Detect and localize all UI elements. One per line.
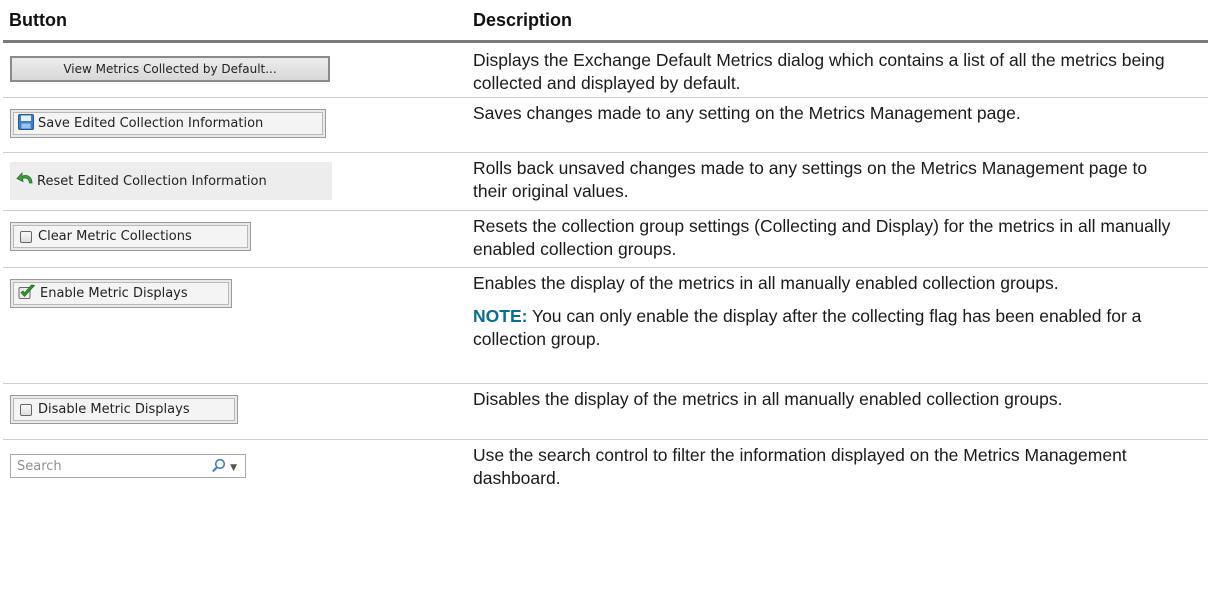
header-description: Description xyxy=(473,10,573,30)
row-description: Resets the collection group settings (Co… xyxy=(473,216,1171,259)
button-label: View Metrics Collected by Default... xyxy=(63,62,277,76)
header-button: Button xyxy=(9,10,67,30)
button-label: Enable Metric Displays xyxy=(40,286,188,301)
note-paragraph: NOTE: You can only enable the display af… xyxy=(473,305,1183,351)
header-rule xyxy=(3,40,1208,43)
row-description: Rolls back unsaved changes made to any s… xyxy=(473,158,1148,201)
clear-metric-collections-button[interactable]: Clear Metric Collections xyxy=(10,222,251,251)
button-label: Save Edited Collection Information xyxy=(38,116,264,131)
button-label: Clear Metric Collections xyxy=(38,229,192,244)
row-description: Displays the Exchange Default Metrics di… xyxy=(473,50,1165,93)
reset-edited-collection-button[interactable]: Reset Edited Collection Information xyxy=(10,162,332,200)
table-row: Search ▼ Use the search control to filte… xyxy=(0,440,1211,500)
save-disk-icon xyxy=(18,113,34,134)
search-placeholder: Search xyxy=(17,458,62,474)
row-description: Saves changes made to any setting on the… xyxy=(473,103,1021,123)
row-description: Use the search control to filter the inf… xyxy=(473,445,1127,488)
green-check-icon xyxy=(18,284,36,304)
view-metrics-default-button[interactable]: View Metrics Collected by Default... xyxy=(10,56,330,82)
button-label: Reset Edited Collection Information xyxy=(37,173,267,189)
row-description: Enables the display of the metrics in al… xyxy=(473,272,1183,351)
search-input[interactable]: Search ▼ xyxy=(10,454,246,478)
table-row: Reset Edited Collection Information Roll… xyxy=(0,153,1211,209)
search-controls[interactable]: ▼ xyxy=(211,458,237,477)
save-edited-collection-button[interactable]: Save Edited Collection Information xyxy=(10,109,326,138)
table-header: Button Description xyxy=(0,0,1211,40)
note-text: You can only enable the display after th… xyxy=(473,306,1142,349)
checkbox-icon xyxy=(20,230,32,243)
table-row: Save Edited Collection Information Saves… xyxy=(0,98,1211,151)
button-label: Disable Metric Displays xyxy=(38,402,190,417)
row-description: Disables the display of the metrics in a… xyxy=(473,389,1063,409)
table-row: View Metrics Collected by Default... Dis… xyxy=(0,46,1211,96)
disable-metric-displays-button[interactable]: Disable Metric Displays xyxy=(10,395,238,424)
table-row: Clear Metric Collections Resets the coll… xyxy=(0,211,1211,266)
chevron-down-icon[interactable]: ▼ xyxy=(230,463,237,473)
enable-metric-displays-button[interactable]: Enable Metric Displays xyxy=(10,279,232,308)
reset-arrow-icon xyxy=(16,171,36,191)
magnifier-icon[interactable] xyxy=(211,458,226,477)
table-row: Enable Metric Displays Enables the displ… xyxy=(0,268,1211,382)
checkbox-icon xyxy=(20,403,32,416)
table-row: Disable Metric Displays Disables the dis… xyxy=(0,384,1211,438)
note-label: NOTE: xyxy=(473,306,528,326)
